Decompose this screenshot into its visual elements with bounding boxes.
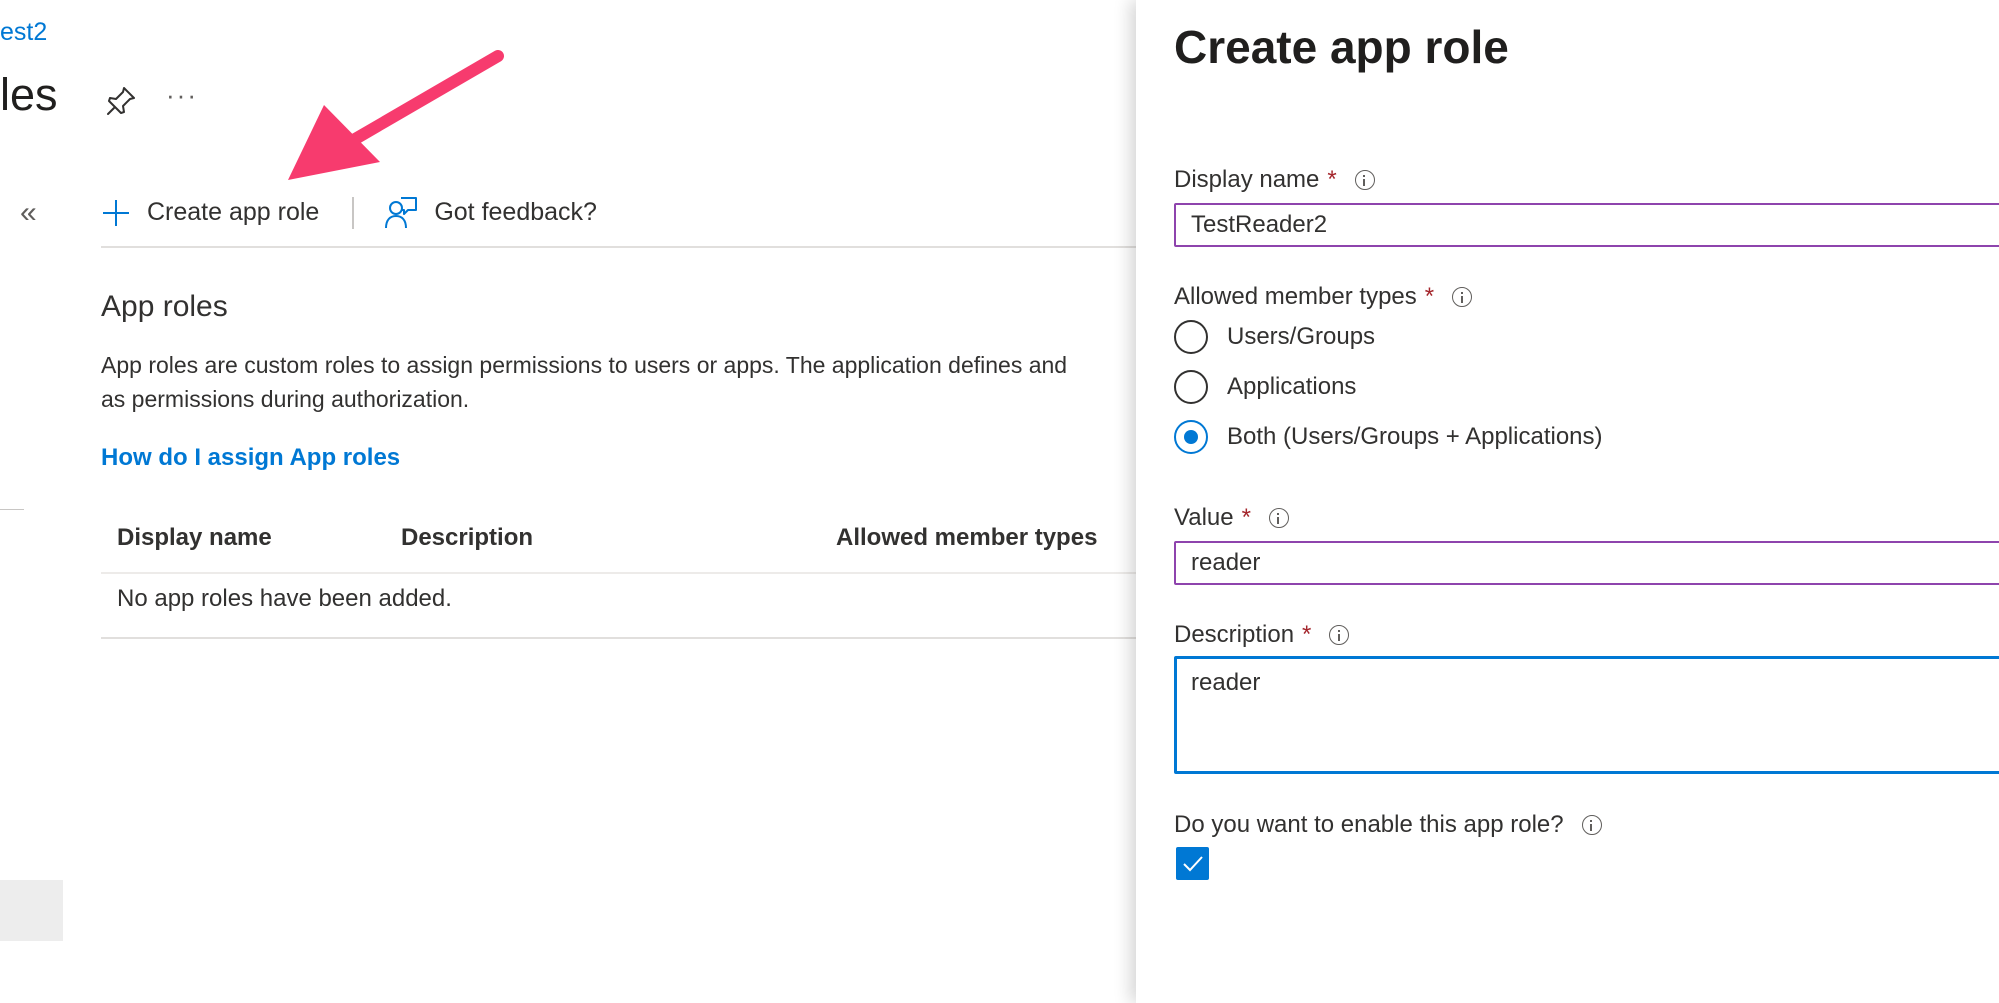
page-title: les <box>0 69 58 120</box>
sidebar-item-selected[interactable] <box>0 880 63 941</box>
enable-checkbox[interactable] <box>1176 847 1209 880</box>
section-description: App roles are custom roles to assign per… <box>101 348 1136 416</box>
command-bar: Create app role Got feedback? <box>101 190 597 235</box>
got-feedback-button[interactable]: Got feedback? <box>384 196 597 230</box>
annotation-arrow <box>288 50 504 180</box>
radio-label: Users/Groups <box>1227 323 1376 350</box>
description-textarea[interactable]: reader <box>1174 656 1999 774</box>
description-label: Description * <box>1174 621 1350 649</box>
create-app-role-label: Create app role <box>147 198 320 226</box>
info-icon[interactable] <box>1452 287 1473 307</box>
command-divider <box>352 196 355 229</box>
value-label: Value * <box>1174 504 1289 532</box>
member-types-label: Allowed member types * <box>1174 283 1473 311</box>
required-marker: * <box>1241 504 1251 531</box>
command-bar-divider <box>101 246 1136 248</box>
table-divider <box>101 637 1136 639</box>
radio-label: Applications <box>1227 373 1357 400</box>
breadcrumb-link[interactable]: est2 <box>0 18 47 47</box>
info-icon[interactable] <box>1329 625 1350 645</box>
column-header[interactable]: Allowed member types <box>836 524 1097 552</box>
radio-both[interactable]: Both (Users/Groups + Applications) <box>1174 420 1603 454</box>
enable-label: Do you want to enable this app role? <box>1174 811 1602 839</box>
table-empty-message: No app roles have been added. <box>117 585 452 612</box>
radio-button[interactable] <box>1174 370 1208 404</box>
feedback-icon <box>385 196 418 228</box>
column-header[interactable]: Description <box>401 524 533 552</box>
required-marker: * <box>1302 621 1312 648</box>
assign-app-roles-link[interactable]: How do I assign App roles <box>101 444 400 472</box>
radio-button-selected[interactable] <box>1174 420 1208 454</box>
display-name-input[interactable] <box>1174 203 1999 247</box>
double-chevron-left-icon[interactable]: « <box>20 196 37 230</box>
more-icon[interactable]: ··· <box>166 80 198 111</box>
create-app-role-panel: Create app role Display name * Allowed m… <box>1136 0 1999 1003</box>
radio-applications[interactable]: Applications <box>1174 370 1356 404</box>
panel-title: Create app role <box>1174 21 1509 73</box>
got-feedback-label: Got feedback? <box>434 198 597 226</box>
description-line: as permissions during authorization. <box>101 386 470 412</box>
checkmark-icon <box>1183 856 1203 872</box>
info-icon[interactable] <box>1581 815 1602 835</box>
radio-users-groups[interactable]: Users/Groups <box>1174 320 1375 354</box>
label-text: Description <box>1174 621 1295 648</box>
display-name-label: Display name * <box>1174 166 1375 194</box>
required-marker: * <box>1424 283 1435 310</box>
label-text: Do you want to enable this app role? <box>1174 811 1564 838</box>
radio-label: Both (Users/Groups + Applications) <box>1227 423 1603 450</box>
info-icon[interactable] <box>1354 170 1375 190</box>
label-text: Display name <box>1174 166 1320 193</box>
plus-icon <box>103 199 129 226</box>
description-line: App roles are custom roles to assign per… <box>101 352 1068 378</box>
label-text: Allowed member types <box>1174 283 1417 310</box>
radio-button[interactable] <box>1174 320 1208 354</box>
value-input[interactable] <box>1174 541 1999 585</box>
column-header[interactable]: Display name <box>117 524 272 552</box>
create-app-role-button[interactable]: Create app role <box>101 198 319 228</box>
section-title: App roles <box>101 290 228 323</box>
required-marker: * <box>1327 166 1337 193</box>
table-header: Display name Description Allowed member … <box>101 514 1136 574</box>
divider <box>0 509 24 510</box>
label-text: Value <box>1174 504 1234 531</box>
info-icon[interactable] <box>1268 508 1289 528</box>
pin-icon[interactable] <box>104 84 138 118</box>
